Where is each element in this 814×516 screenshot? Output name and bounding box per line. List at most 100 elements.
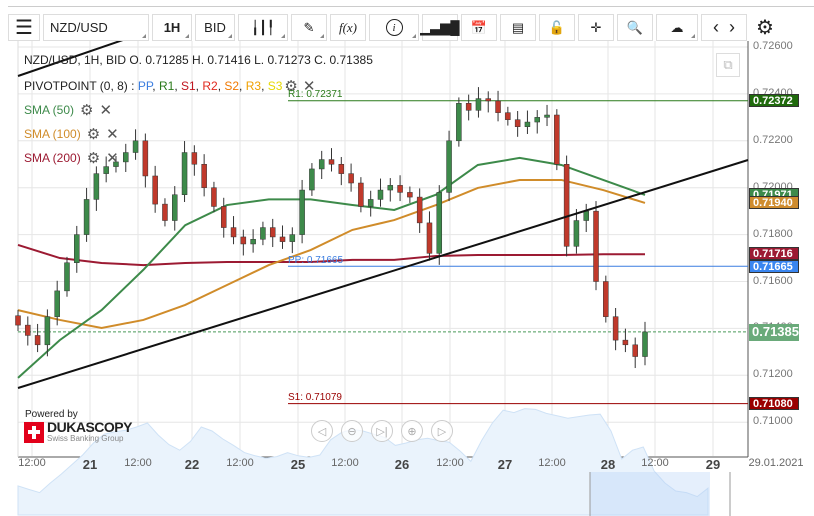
swiss-cross-icon [24, 421, 44, 443]
level-label-s1: S1: 0.71079 [288, 391, 342, 403]
pivot-level-r3: R3 [245, 79, 262, 93]
candle-body [495, 100, 501, 113]
x-tick-label: 25 [290, 457, 306, 472]
triangle-right-icon: ▷ [437, 425, 447, 438]
menu-button[interactable]: ☰ [8, 14, 40, 41]
close-icon[interactable]: ✕ [99, 101, 112, 119]
x-tick-label: 12:00 [226, 457, 254, 469]
candle-body [250, 239, 256, 245]
close-icon[interactable]: ✕ [106, 125, 119, 143]
settings-button[interactable]: ⚙ [750, 14, 780, 41]
gear-icon: ⚙ [756, 17, 774, 39]
indicator-sma: SMA (50) ⚙ ✕ [24, 101, 112, 119]
indicator-label[interactable]: SMA (50) [24, 103, 74, 117]
x-tick-label: 22 [184, 457, 200, 472]
candle-body [632, 344, 638, 357]
price-box-s1: 0.71080 [749, 396, 799, 410]
candle-body [563, 164, 570, 247]
draw-button[interactable]: ✎ [291, 14, 327, 41]
candle-body [123, 152, 129, 163]
candle-body [142, 140, 149, 177]
candle-body [416, 196, 423, 224]
price-chart[interactable] [0, 41, 814, 516]
candle-body [593, 210, 599, 282]
candle-body [309, 168, 315, 191]
candle-body [328, 159, 335, 165]
candle-body [152, 175, 158, 205]
candle-body [64, 262, 70, 292]
x-tick-label: 12:00 [538, 457, 566, 469]
info-button[interactable]: i [369, 14, 419, 41]
symbol-select[interactable]: NZD/USD [43, 14, 149, 41]
candle-body [348, 173, 354, 184]
candle-body [456, 103, 462, 142]
scroll-left-button[interactable]: ◁ [311, 420, 333, 442]
candle-body [162, 203, 168, 221]
candle-body [132, 140, 139, 153]
chevron-left-icon[interactable]: ‹ [713, 17, 719, 38]
candle-body [83, 199, 90, 235]
price-box-pp: 0.71665 [749, 260, 799, 274]
expand-icon[interactable]: ⧉ [716, 53, 740, 77]
candle-body [260, 227, 266, 240]
x-tick-label: 29.01.2021 [748, 457, 804, 469]
go-to-end-button[interactable]: ▷| [371, 420, 393, 442]
skip-end-icon: ▷| [376, 425, 388, 438]
candle-body [338, 164, 345, 174]
zoom-button[interactable]: 🔍 [617, 14, 653, 41]
candle-body [534, 117, 540, 123]
candle-body [34, 335, 41, 346]
last-price-box: 0.71385 [749, 323, 799, 341]
indicator-label[interactable]: SMA (200) [24, 151, 81, 165]
brand-tag: Swiss Banking Group [47, 434, 124, 443]
crosshair-icon: ✛ [590, 19, 602, 35]
timeframe-value: 1H [163, 20, 181, 35]
crosshair-button[interactable]: ✛ [578, 14, 614, 41]
x-tick-label: 12:00 [331, 457, 359, 469]
upload-button[interactable]: ☁ [656, 14, 698, 41]
candle-body [279, 236, 286, 242]
timeframe-select[interactable]: 1H [152, 14, 192, 41]
scroll-right-button[interactable]: ▷ [431, 420, 453, 442]
candle-body [524, 121, 531, 127]
candle-body [475, 98, 482, 111]
pivot-level-s2: S2 [224, 79, 240, 93]
indicators-button[interactable]: f(x) [330, 14, 366, 41]
gear-icon[interactable]: ⚙ [87, 125, 100, 143]
calendar-button[interactable]: 📅 [461, 14, 497, 41]
lock-button[interactable]: 🔓 [539, 14, 575, 41]
candle-body [25, 324, 31, 336]
dukascopy-logo: DUKASCOPY Swiss Banking Group [24, 420, 132, 443]
candle-body [358, 182, 364, 207]
candle-body [103, 166, 109, 174]
indicator-label[interactable]: SMA (100) [24, 127, 81, 141]
candle-body [514, 119, 521, 127]
chevron-right-icon[interactable]: › [729, 17, 735, 38]
candle-body [181, 152, 188, 195]
comma: , [239, 79, 246, 93]
menu-icon: ☰ [15, 17, 33, 39]
level-label-pp: PP: 0.71665 [288, 255, 344, 267]
x-tick-label: 12:00 [436, 457, 464, 469]
y-tick-label: 0.71800 [753, 227, 793, 240]
candle-body [240, 236, 247, 245]
gear-icon[interactable]: ⚙ [80, 101, 93, 119]
close-icon[interactable]: ✕ [106, 149, 119, 167]
indicator-sma: SMA (100) ⚙ ✕ [24, 125, 119, 143]
candle-body [583, 210, 589, 221]
zoom-in-icon: ⊕ [407, 425, 417, 438]
volume-button[interactable]: ▁▃▆█ [420, 14, 460, 41]
chart-type-button[interactable]: ╽┃╿ [238, 14, 288, 41]
pivot-level-r2: R2 [202, 79, 218, 93]
candle-body [191, 152, 198, 165]
report-button[interactable]: ▤ [500, 14, 536, 41]
gear-icon[interactable]: ⚙ [87, 149, 100, 167]
comma: , [261, 79, 268, 93]
side-select[interactable]: BID [195, 14, 235, 41]
zoom-in-button[interactable]: ⊕ [401, 420, 423, 442]
candle-body [573, 220, 580, 247]
candle-body [211, 187, 217, 207]
candle-body [172, 194, 178, 221]
zoom-out-button[interactable]: ⊖ [341, 420, 363, 442]
report-icon: ▤ [511, 19, 525, 35]
